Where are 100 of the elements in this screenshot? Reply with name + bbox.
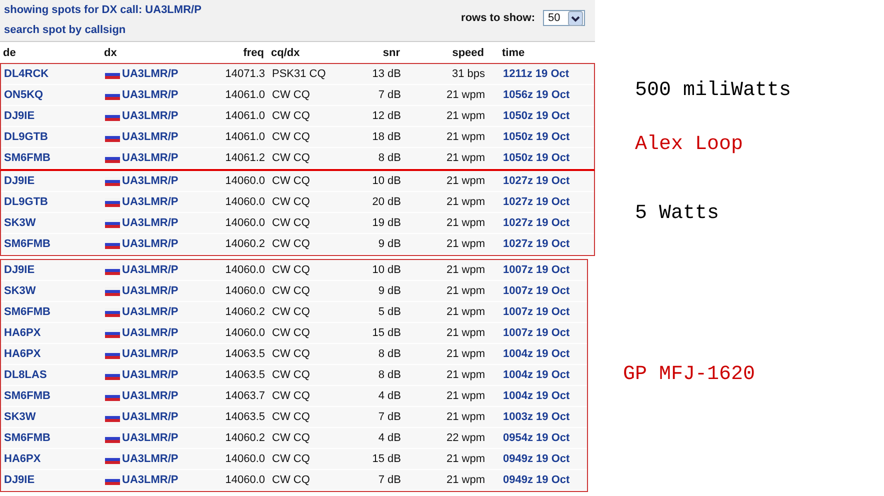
table-cell-text: CW CQ [271,348,311,360]
dx-call-link[interactable]: UA3LMR/P [122,131,178,143]
time-link[interactable]: 1004z 19 Oct [485,390,570,402]
time-link[interactable]: 1007z 19 Oct [485,327,570,339]
table-cell-text: 21 wpm [445,348,485,360]
spotter-link[interactable]: SM6FMB [1,306,105,318]
dx-call-link[interactable]: UA3LMR/P [122,152,178,164]
time-link[interactable]: 0949z 19 Oct [485,453,570,465]
spotter-link[interactable]: SM6FMB [1,238,105,250]
time-link[interactable]: 1211z 19 Oct [485,68,570,80]
table-cell-text: 7 dB [377,89,401,101]
table-cell-text: 14060.0 [224,453,265,465]
time-link[interactable]: 1027z 19 Oct [485,175,570,187]
time-link[interactable]: 0954z 19 Oct [485,432,570,444]
table-cell-text: 14060.0 [224,175,265,187]
spotter-link[interactable]: SM6FMB [1,390,105,402]
spotter-link[interactable]: DL8LAS [1,369,105,381]
dx-call-link[interactable]: UA3LMR/P [122,348,178,360]
spotter-link[interactable]: SK3W [1,217,105,229]
dx-call-link[interactable]: UA3LMR/P [122,474,178,486]
dx-call-link[interactable]: UA3LMR/P [122,390,178,402]
table-cell-text: CW CQ [271,453,311,465]
dx-call-link[interactable]: UA3LMR/P [122,306,178,318]
dx-call-link[interactable]: UA3LMR/P [122,196,178,208]
table-cell-text: 8 dB [377,348,401,360]
table-cell-text: 14061.0 [224,110,265,122]
rows-label: rows to show: [461,12,535,24]
time-link[interactable]: 0949z 19 Oct [485,474,570,486]
time-link[interactable]: 1027z 19 Oct [485,238,570,250]
time-link[interactable]: 1003z 19 Oct [485,411,570,423]
table-cell-text: 18 dB [371,131,401,143]
table-cell-text: 9 dB [377,238,401,250]
table-cell-text: 7 dB [377,474,401,486]
table-cell-text: 21 wpm [445,131,485,143]
time-link[interactable]: 1007z 19 Oct [485,285,570,297]
table-cell-text: 21 wpm [445,285,485,297]
dx-call-link[interactable]: UA3LMR/P [122,68,178,80]
table-cell-text: 14060.0 [224,217,265,229]
table-cell-text: 10 dB [371,175,401,187]
time-link[interactable]: 1007z 19 Oct [485,306,570,318]
rows-dropdown[interactable]: 50 [543,10,585,26]
time-link[interactable]: 1050z 19 Oct [485,110,570,122]
spotter-link[interactable]: SK3W [1,411,105,423]
dx-call-link[interactable]: UA3LMR/P [122,453,178,465]
annotation-text: 5 Watts [635,202,720,225]
dx-call-link[interactable]: UA3LMR/P [122,238,178,250]
spotter-link[interactable]: SK3W [1,285,105,297]
table-cell-text: 14061.0 [224,131,265,143]
table-cell-text: 14060.0 [224,196,265,208]
spotter-link[interactable]: SM6FMB [1,432,105,444]
time-link[interactable]: 1027z 19 Oct [485,196,570,208]
spotter-link[interactable]: HA6PX [1,327,105,339]
table-cell-text: 14061.2 [224,152,265,164]
annotation-text: Alex Loop [635,132,744,156]
time-link[interactable]: 1007z 19 Oct [485,264,570,276]
annotation-text: 500 miliWatts [635,78,792,102]
spotter-link[interactable]: DJ9IE [1,110,105,122]
spotter-link[interactable]: ON5KQ [1,89,105,101]
time-link[interactable]: 1056z 19 Oct [485,89,570,101]
table-cell-text: 14063.5 [224,348,265,360]
column-header: dx [104,46,118,58]
dx-call-link[interactable]: UA3LMR/P [122,217,178,229]
table-cell-text: CW CQ [271,474,311,486]
spotter-link[interactable]: HA6PX [1,453,105,465]
column-header: snr [382,46,400,58]
spotter-link[interactable]: DJ9IE [1,175,105,187]
table-cell-text: CW CQ [271,285,311,297]
table-cell-text: 22 wpm [445,432,485,444]
search-link[interactable]: search spot by callsign [4,24,202,36]
column-header: de [2,46,17,58]
table-cell-text: 14060.2 [224,306,265,318]
dx-call-link[interactable]: UA3LMR/P [122,175,178,187]
table-cell-text: CW CQ [271,432,311,444]
spotter-link[interactable]: DJ9IE [1,264,105,276]
time-link[interactable]: 1050z 19 Oct [485,131,570,143]
dx-call-link[interactable]: UA3LMR/P [122,327,178,339]
time-link[interactable]: 1027z 19 Oct [485,217,570,229]
time-link[interactable]: 1004z 19 Oct [485,348,570,360]
spotter-link[interactable]: DL9GTB [1,196,105,208]
spotter-link[interactable]: HA6PX [1,348,105,360]
time-link[interactable]: 1050z 19 Oct [485,152,570,164]
table-cell-text: 15 dB [371,453,401,465]
table-cell-text: 21 wpm [445,453,485,465]
dx-call-link[interactable]: UA3LMR/P [122,264,178,276]
spotter-link[interactable]: DJ9IE [1,474,105,486]
table-cell-text: 8 dB [377,369,401,381]
table-cell-text: 21 wpm [445,264,485,276]
dx-call-link[interactable]: UA3LMR/P [122,110,178,122]
dx-call-link[interactable]: UA3LMR/P [122,89,178,101]
dx-call-link[interactable]: UA3LMR/P [122,285,178,297]
dx-call-link[interactable]: UA3LMR/P [122,432,178,444]
dx-call-link[interactable]: UA3LMR/P [122,411,178,423]
table-cell-text: 20 dB [371,196,401,208]
table-cell-text: 10 dB [371,264,401,276]
spotter-link[interactable]: SM6FMB [1,152,105,164]
dx-call-link[interactable]: UA3LMR/P [122,369,178,381]
table-cell-text: CW CQ [271,131,311,143]
spotter-link[interactable]: DL4RCK [1,68,105,80]
spotter-link[interactable]: DL9GTB [1,131,105,143]
time-link[interactable]: 1004z 19 Oct [485,369,570,381]
